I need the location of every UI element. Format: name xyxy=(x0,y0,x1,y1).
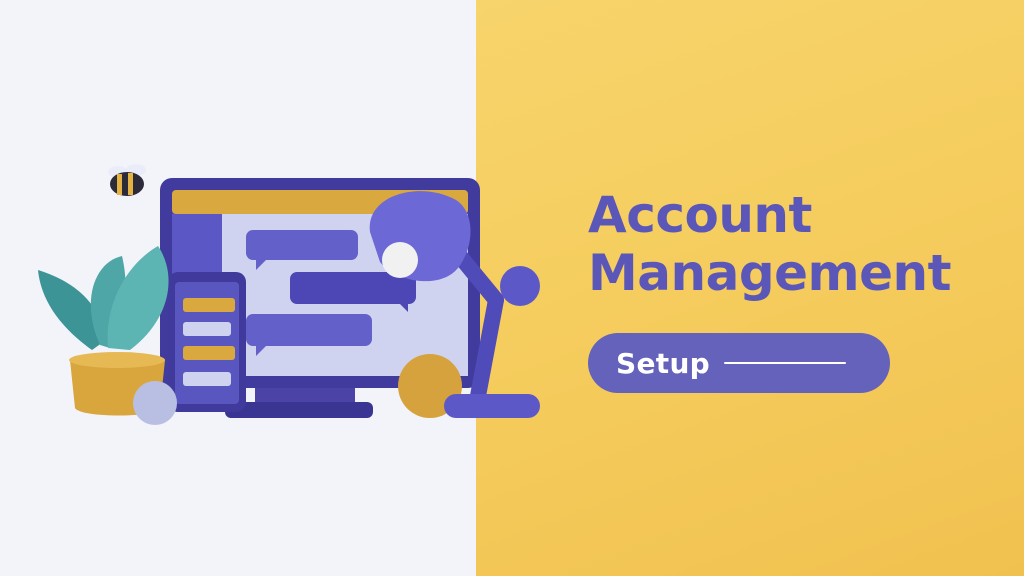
left-panel-background xyxy=(0,0,476,576)
page-title: Account Management xyxy=(588,186,952,302)
title-line-account: Account xyxy=(588,186,812,244)
title-line-management: Management xyxy=(588,244,952,302)
setup-tag: Setup xyxy=(588,333,890,393)
setup-tag-label: Setup xyxy=(616,346,711,380)
decorative-line xyxy=(724,362,847,364)
